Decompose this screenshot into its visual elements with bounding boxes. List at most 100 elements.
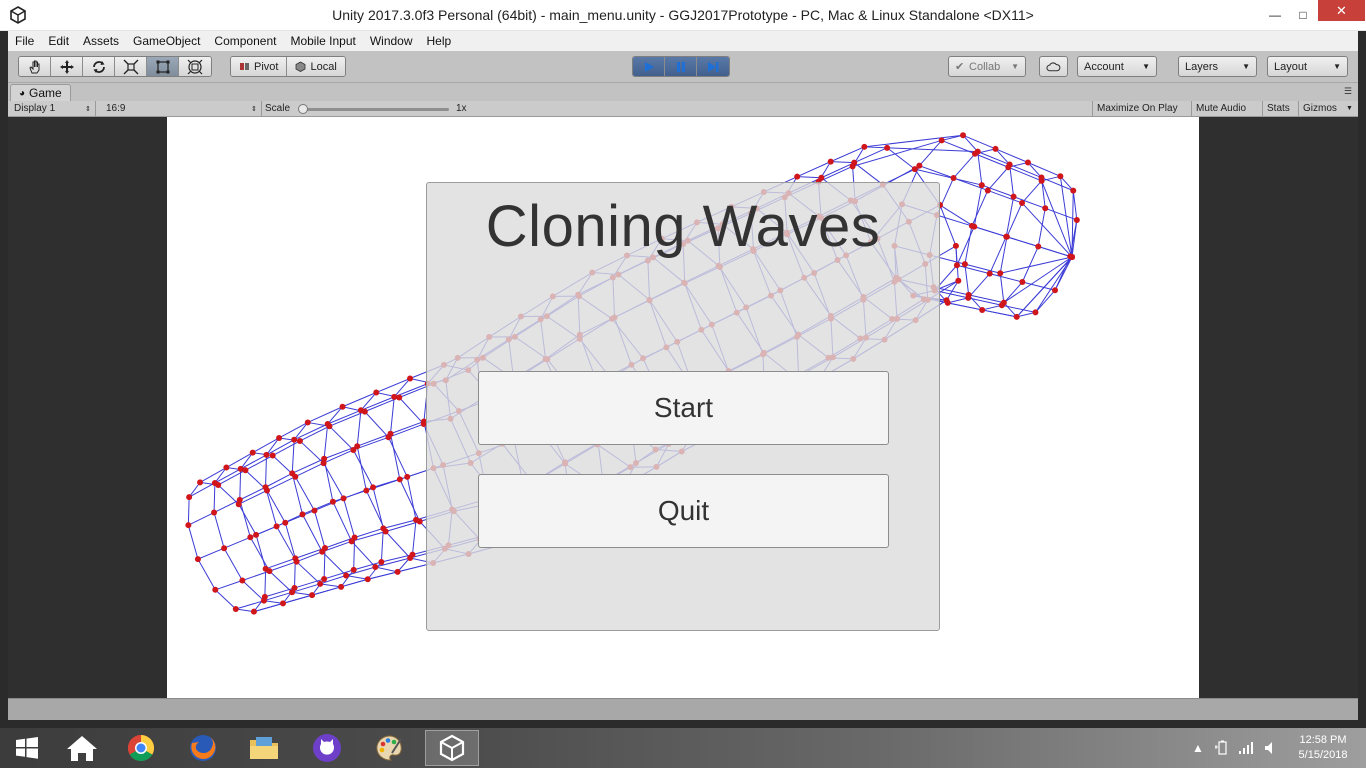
start-button[interactable]: Start	[478, 371, 889, 445]
mesh-line	[323, 449, 354, 464]
close-button[interactable]: ✕	[1318, 0, 1365, 21]
play-button[interactable]	[633, 57, 665, 76]
mesh-line	[266, 437, 280, 456]
mesh-node	[304, 419, 311, 426]
tray-volume[interactable]	[1264, 728, 1278, 768]
mesh-node	[1042, 205, 1049, 212]
scale-slider-track[interactable]	[301, 108, 449, 111]
mesh-node	[394, 568, 401, 575]
mesh-line	[797, 176, 822, 179]
mesh-node	[1032, 309, 1039, 316]
mesh-line	[1059, 176, 1073, 258]
mesh-node	[253, 531, 260, 538]
system-clock[interactable]: 12:58 PM 5/15/2018	[1290, 733, 1356, 763]
mesh-line	[1021, 180, 1042, 204]
cloud-button[interactable]	[1039, 56, 1068, 77]
maximize-on-play-toggle[interactable]: Maximize On Play	[1092, 101, 1190, 116]
mesh-node	[247, 534, 254, 541]
mesh-node	[387, 430, 394, 437]
taskbar-file-explorer[interactable]	[237, 730, 291, 766]
collab-dropdown[interactable]: ✔ Collab ▼	[948, 56, 1026, 77]
mesh-node	[324, 420, 331, 427]
scale-tool-button[interactable]	[115, 57, 147, 76]
mesh-node	[211, 479, 218, 486]
mesh-line	[294, 476, 315, 511]
mesh-line	[213, 482, 216, 513]
quit-button[interactable]: Quit	[478, 474, 889, 548]
mesh-node	[404, 473, 411, 480]
taskbar-github[interactable]	[300, 730, 354, 766]
display-label: Display 1	[14, 103, 56, 114]
windows-logo-icon	[16, 737, 38, 759]
menu-help[interactable]: Help	[420, 31, 459, 51]
tray-overflow[interactable]: ▲	[1192, 728, 1204, 768]
local-button[interactable]: Local	[287, 57, 345, 76]
maximize-button[interactable]: □	[1288, 0, 1318, 29]
folder-icon	[250, 737, 278, 759]
windows-start-button[interactable]	[0, 730, 54, 766]
unity-logo-icon	[439, 734, 465, 762]
step-button[interactable]	[697, 57, 729, 76]
menu-assets[interactable]: Assets	[76, 31, 126, 51]
taskbar-unity[interactable]	[425, 730, 479, 766]
mesh-node	[1010, 193, 1017, 200]
menu-edit[interactable]: Edit	[41, 31, 76, 51]
mesh-node	[357, 407, 364, 414]
taskbar-chrome[interactable]	[114, 730, 168, 766]
layout-dropdown[interactable]: Layout ▼	[1267, 56, 1348, 77]
move-tool-button[interactable]	[51, 57, 83, 76]
mute-audio-toggle[interactable]: Mute Audio	[1191, 101, 1256, 116]
mesh-node	[968, 222, 975, 229]
menu-file[interactable]: File	[8, 31, 41, 51]
tab-game[interactable]: ◕ Game	[10, 84, 71, 101]
menu-gameobject[interactable]: GameObject	[126, 31, 207, 51]
mesh-node	[237, 465, 244, 472]
windows-taskbar: ▲ 12:58 PM 5/15/2018	[0, 728, 1366, 768]
mesh-node	[827, 158, 834, 165]
speaker-icon	[1265, 742, 1272, 754]
aspect-dropdown[interactable]: 16:9 ⇕	[100, 101, 262, 116]
mesh-node	[955, 277, 962, 284]
rotate-tool-button[interactable]	[83, 57, 115, 76]
taskbar-home[interactable]	[55, 730, 109, 766]
game-canvas[interactable]: Cloning Waves Start Quit	[167, 117, 1199, 698]
scale-slider-thumb[interactable]	[298, 104, 308, 114]
tray-network[interactable]	[1238, 728, 1254, 768]
menu-mobile-input[interactable]: Mobile Input	[283, 31, 362, 51]
mesh-line	[327, 409, 362, 425]
mesh-line	[292, 458, 325, 474]
stats-toggle[interactable]: Stats	[1262, 101, 1298, 116]
mesh-node	[185, 522, 192, 529]
layers-dropdown[interactable]: Layers ▼	[1178, 56, 1257, 77]
github-octocat-icon	[313, 734, 341, 762]
mesh-node	[282, 519, 289, 526]
mesh-node	[223, 464, 230, 471]
tray-power[interactable]	[1214, 728, 1230, 768]
transform-tool-button[interactable]	[179, 57, 211, 76]
menu-component[interactable]: Component	[207, 31, 283, 51]
mesh-line	[346, 575, 368, 580]
gizmos-dropdown[interactable]: Gizmos	[1298, 101, 1348, 116]
menu-window[interactable]: Window	[363, 31, 420, 51]
home-icon	[67, 736, 97, 761]
mesh-line	[188, 512, 215, 526]
account-dropdown[interactable]: Account ▼	[1077, 56, 1157, 77]
mesh-node	[953, 262, 960, 269]
mesh-line	[977, 151, 1010, 165]
pause-button[interactable]	[665, 57, 697, 76]
mesh-line	[380, 528, 384, 563]
mesh-node	[211, 509, 218, 516]
panel-menu-icon[interactable]: ☰	[1344, 86, 1352, 97]
taskbar-firefox[interactable]	[176, 730, 230, 766]
pivot-button[interactable]: Pivot	[231, 57, 288, 76]
taskbar-paint[interactable]	[362, 730, 416, 766]
mesh-line	[272, 440, 301, 456]
rect-tool-button[interactable]	[147, 57, 179, 76]
mesh-node	[236, 496, 243, 503]
minimize-button[interactable]: —	[1260, 0, 1290, 29]
mesh-line	[255, 534, 267, 569]
display-dropdown[interactable]: Display 1 ⇕	[8, 101, 96, 116]
hand-tool-button[interactable]	[19, 57, 51, 76]
mesh-line	[365, 490, 387, 532]
mesh-line	[235, 600, 265, 610]
